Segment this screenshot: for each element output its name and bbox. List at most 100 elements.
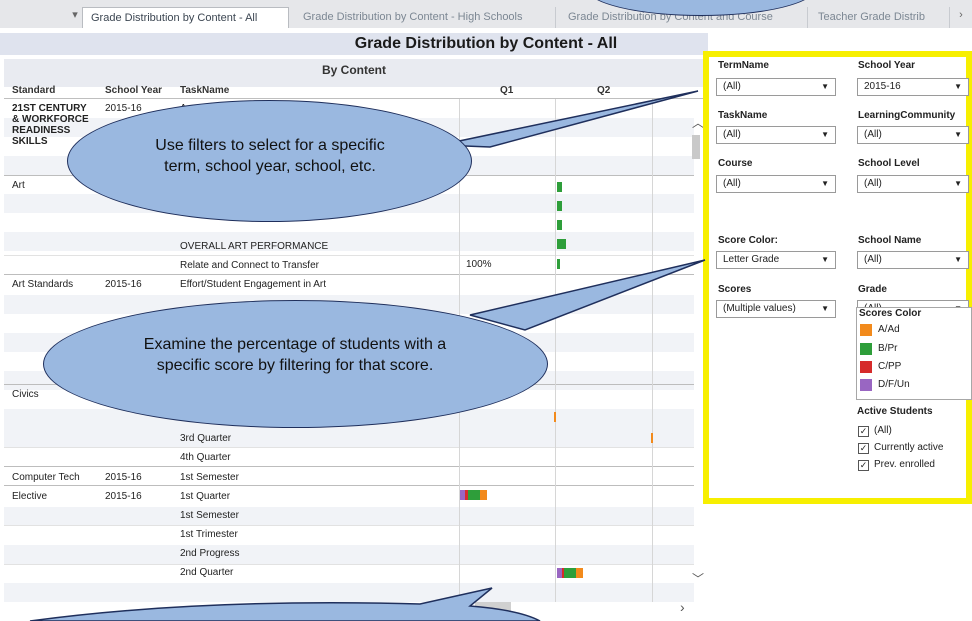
filter-label-taskname: TaskName xyxy=(718,110,768,121)
dropdown-arrow-icon: ▼ xyxy=(954,179,962,188)
taskname-dropdown[interactable]: (All) ▼ xyxy=(716,126,836,144)
callout-text-filters: Use filters to select for a specific ter… xyxy=(155,137,385,175)
scores-dropdown[interactable]: (Multiple values) ▼ xyxy=(716,300,836,318)
row-task: Relate and Connect to Transfer xyxy=(180,260,319,271)
column-header-taskname: TaskName xyxy=(180,85,230,96)
legend-label-d: D/F/Un xyxy=(878,379,910,390)
filter-label-grade: Grade xyxy=(858,284,887,295)
row-standard: Civics xyxy=(12,389,39,400)
bar-segment-b[interactable] xyxy=(468,490,480,500)
chevron-right-icon: › xyxy=(680,599,685,615)
chevron-right-icon: › xyxy=(959,9,963,21)
tab-grade-distribution-all[interactable]: Grade Distribution by Content - All xyxy=(82,7,289,28)
checkbox-label-currently-active: Currently active xyxy=(874,442,944,453)
row-band xyxy=(4,232,694,251)
row-school-year: 2015-16 xyxy=(105,491,142,502)
score-color-dropdown[interactable]: Letter Grade ▼ xyxy=(716,251,836,269)
legend-label-a: A/Ad xyxy=(878,324,900,335)
dropdown-arrow-icon: ▼ xyxy=(954,255,962,264)
row-task: 2nd Progress xyxy=(180,548,240,559)
bar-segment-b[interactable] xyxy=(557,239,566,249)
row-divider xyxy=(4,525,694,526)
legend-swatch-c[interactable] xyxy=(860,361,872,373)
checkbox-label-prev-enrolled: Prev. enrolled xyxy=(874,459,935,470)
group-divider xyxy=(4,485,694,486)
filter-label-course: Course xyxy=(718,158,753,169)
bar-segment-b[interactable] xyxy=(564,568,576,578)
row-school-year: 2015-16 xyxy=(105,103,142,114)
school-level-dropdown[interactable]: (All) ▼ xyxy=(857,175,969,193)
row-standard: Art Standards xyxy=(12,279,74,290)
row-task: 2nd Quarter xyxy=(180,567,234,578)
legend-title: Scores Color xyxy=(859,308,922,319)
scroll-right-button[interactable]: › xyxy=(680,599,685,615)
chevron-down-icon: ▾ xyxy=(72,9,78,21)
check-icon: ✓ xyxy=(859,426,868,436)
dropdown-arrow-icon: ▼ xyxy=(821,179,829,188)
tab-grade-distribution-high-schools[interactable]: Grade Distribution by Content - High Sch… xyxy=(295,7,556,28)
legend-label-b: B/Pr xyxy=(878,343,898,354)
filter-label-scores: Scores xyxy=(718,284,752,295)
termname-dropdown[interactable]: (All) ▼ xyxy=(716,78,836,96)
legend-swatch-a[interactable] xyxy=(860,324,872,336)
row-school-year: 2015-16 xyxy=(105,279,142,290)
dropdown-arrow-icon: ▼ xyxy=(821,255,829,264)
checkbox-currently-active[interactable]: ✓ xyxy=(858,443,869,454)
school-name-dropdown[interactable]: (All) ▼ xyxy=(857,251,969,269)
row-task: 3rd Quarter xyxy=(180,433,232,444)
row-band xyxy=(4,428,694,447)
checkbox-label-all: (All) xyxy=(874,425,892,436)
row-divider xyxy=(4,447,694,448)
row-band xyxy=(4,507,694,526)
column-header-standard: Standard xyxy=(12,85,56,96)
learning-community-dropdown[interactable]: (All) ▼ xyxy=(857,126,969,144)
legend-swatch-d[interactable] xyxy=(860,379,872,391)
tab-scroll-right-button[interactable]: › xyxy=(952,8,970,22)
row-divider xyxy=(4,564,694,565)
school-year-dropdown[interactable]: 2015-16 ▼ xyxy=(857,78,969,96)
row-task: 1st Trimester xyxy=(180,529,238,540)
viz-subtitle: By Content xyxy=(322,63,386,77)
column-header-school-year: School Year xyxy=(105,85,163,96)
bar-segment-a[interactable] xyxy=(651,433,653,443)
filter-label-school-level: School Level xyxy=(858,158,920,169)
dropdown-arrow-icon: ▼ xyxy=(954,82,962,91)
row-task: 1st Semester xyxy=(180,472,239,483)
course-dropdown[interactable]: (All) ▼ xyxy=(716,175,836,193)
group-divider xyxy=(4,466,694,467)
active-students-title: Active Students xyxy=(857,406,933,417)
legend-label-c: C/PP xyxy=(878,361,902,372)
row-standard: Art xyxy=(12,180,25,191)
bar-segment-a[interactable] xyxy=(554,412,556,422)
filter-label-score-color: Score Color: xyxy=(718,235,779,246)
scroll-down-button[interactable]: ﹀ xyxy=(692,570,704,587)
row-task: OVERALL ART PERFORMANCE xyxy=(180,241,329,252)
check-icon: ✓ xyxy=(859,460,868,470)
callout-bubble-partial-bottom xyxy=(29,587,541,621)
row-task: 1st Quarter xyxy=(180,491,231,502)
dropdown-arrow-icon: ▼ xyxy=(954,130,962,139)
filter-label-school-year: School Year xyxy=(858,60,916,71)
row-task: 4th Quarter xyxy=(180,452,231,463)
row-task: Effort/Student Engagement in Art xyxy=(180,279,327,290)
bar-segment-b[interactable] xyxy=(557,201,562,211)
checkbox-prev-enrolled[interactable]: ✓ xyxy=(858,460,869,471)
legend-swatch-b[interactable] xyxy=(860,343,872,355)
checkbox-all[interactable]: ✓ xyxy=(858,426,869,437)
scores-color-legend xyxy=(856,307,972,400)
row-band xyxy=(4,545,694,564)
dropdown-arrow-icon: ▼ xyxy=(821,130,829,139)
row-standard: Computer Tech xyxy=(12,472,80,483)
tab-teacher-grade-distribution[interactable]: Teacher Grade Distrib xyxy=(810,7,950,28)
bar-segment-a[interactable] xyxy=(480,490,487,500)
filter-label-termname: TermName xyxy=(718,60,769,71)
chevron-down-icon: ﹀ xyxy=(692,572,705,586)
check-icon: ✓ xyxy=(859,443,868,453)
bar-segment-a[interactable] xyxy=(576,568,583,578)
dropdown-arrow-icon: ▼ xyxy=(821,82,829,91)
filter-label-learning-community: LearningCommunity xyxy=(858,110,956,121)
bar-segment-b[interactable] xyxy=(557,220,562,230)
row-standard: Elective xyxy=(12,491,48,502)
row-task: 1st Semester xyxy=(180,510,239,521)
filter-label-school-name: School Name xyxy=(858,235,922,246)
